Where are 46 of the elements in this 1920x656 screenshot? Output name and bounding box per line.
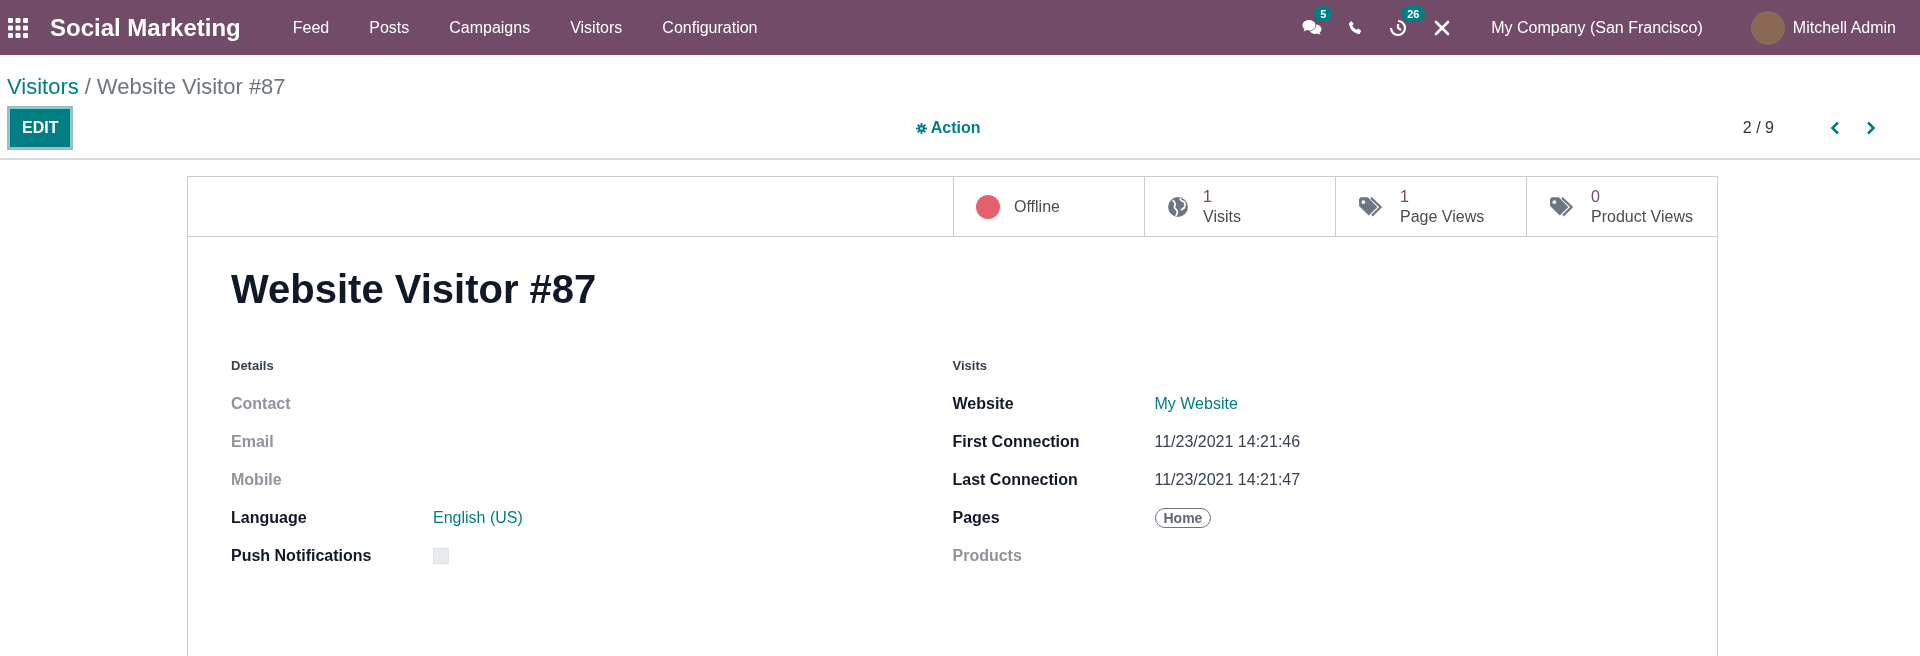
group-heading: Details	[231, 358, 275, 373]
field-label: Email	[231, 433, 275, 451]
stat-button[interactable]: Offline	[953, 177, 1144, 236]
menu-item[interactable]: Feed	[272, 18, 350, 37]
phone-icon[interactable]	[1348, 20, 1364, 35]
field-label: Push Notifications	[231, 547, 373, 565]
record-title: Website Visitor #87	[231, 267, 598, 312]
company-switcher[interactable]: My Company (San Francisco)	[1491, 18, 1703, 37]
checkbox[interactable]	[433, 548, 449, 564]
clock-icon[interactable]	[1389, 18, 1408, 37]
gear-icon	[915, 122, 927, 134]
edit-button[interactable]: EDIT	[7, 106, 74, 150]
breadcrumb-separator: /	[84, 74, 91, 100]
globe-icon	[1167, 195, 1189, 218]
next-icon[interactable]	[1866, 121, 1876, 135]
field-label: Last Connection	[952, 471, 1079, 489]
user-menu[interactable]: Mitchell Admin	[1792, 18, 1896, 37]
field-label: Website	[952, 395, 1015, 413]
field-label: Products	[952, 547, 1023, 565]
menu-item[interactable]: Posts	[349, 18, 430, 37]
stat-button[interactable]: 0 Product Views	[1526, 177, 1717, 236]
field-value: 11/23/2021 14:21:47	[1154, 471, 1301, 489]
field-value: 11/23/2021 14:21:46	[1154, 433, 1301, 451]
field-label: First Connection	[952, 433, 1081, 451]
menu-item[interactable]: Configuration	[642, 18, 778, 37]
field-link[interactable]: My Website	[1154, 395, 1238, 413]
menu-item[interactable]: Visitors	[550, 18, 643, 37]
pager-value: 2 / 9	[1742, 119, 1774, 137]
field-label: Pages	[952, 509, 1001, 527]
stat-button[interactable]: 1 Visits	[1144, 177, 1335, 236]
breadcrumb-link[interactable]: Visitors	[7, 74, 79, 100]
group-heading: Visits	[952, 358, 988, 373]
menu-item[interactable]: Campaigns	[429, 18, 551, 37]
previous-icon[interactable]	[1830, 121, 1840, 135]
app-grid-icon[interactable]	[8, 17, 28, 38]
stat-button[interactable]: 1 Page Views	[1335, 177, 1526, 236]
action-button[interactable]: Action	[911, 115, 985, 141]
field-label: Language	[231, 509, 308, 527]
field-link[interactable]: English (US)	[433, 509, 523, 527]
field-label: Contact	[231, 395, 292, 413]
field-label: Mobile	[231, 471, 283, 489]
app-name[interactable]: Social Marketing	[50, 13, 241, 42]
chat-icon[interactable]	[1302, 18, 1323, 37]
breadcrumb-current: Website Visitor #87	[96, 74, 286, 100]
notification-badge: 5	[1314, 5, 1333, 22]
notification-badge: 26	[1401, 5, 1426, 22]
